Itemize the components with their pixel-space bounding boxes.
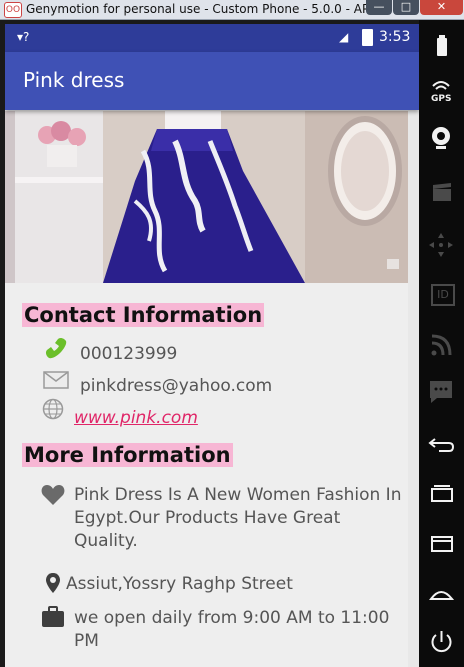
- location-pin-icon: [45, 572, 61, 598]
- page-title: Pink dress: [23, 68, 125, 92]
- phone-screen: ▾? ◢ 3:53 Pink dress Contact Information…: [5, 24, 419, 667]
- close-button[interactable]: ✕: [420, 0, 463, 15]
- wifi-icon: ▾?: [17, 30, 30, 44]
- sms-widget-icon[interactable]: [419, 372, 464, 412]
- clapper-widget-icon[interactable]: [419, 175, 464, 215]
- description-text: Pink Dress Is A New Women Fashion In Egy…: [74, 485, 402, 551]
- hours-text: we open daily from 9:00 AM to 11:00 PM: [74, 608, 390, 651]
- minimize-button[interactable]: —: [366, 0, 392, 15]
- battery-icon: [362, 29, 373, 46]
- dpad-widget-icon[interactable]: [419, 225, 464, 265]
- signal-icon: ◢: [339, 30, 349, 44]
- email-icon: [43, 371, 69, 393]
- phone-number[interactable]: 000123999: [80, 344, 177, 364]
- gps-widget-icon[interactable]: GPS: [419, 72, 464, 112]
- window-titlebar: OO Genymotion for personal use - Custom …: [0, 0, 464, 20]
- more-heading: More Information: [22, 443, 233, 467]
- app-bar: Pink dress: [5, 52, 419, 110]
- contact-heading: Contact Information: [22, 303, 265, 327]
- genymotion-app-icon: OO: [4, 2, 22, 18]
- rss-widget-icon[interactable]: [419, 325, 464, 365]
- scrollbar[interactable]: [408, 111, 419, 667]
- globe-icon: [42, 398, 64, 424]
- power-icon[interactable]: [419, 622, 464, 662]
- heart-icon: [41, 484, 65, 510]
- battery-widget-icon[interactable]: [419, 28, 464, 68]
- briefcase-icon: [41, 606, 65, 632]
- window-title: Genymotion for personal use - Custom Pho…: [26, 2, 408, 16]
- website-link[interactable]: www.pink.com: [74, 408, 198, 428]
- status-time: 3:53: [379, 29, 411, 45]
- back-icon[interactable]: [419, 425, 464, 465]
- recent-apps-icon[interactable]: [419, 475, 464, 515]
- address-text: Assiut,Yossry Raghp Street: [66, 574, 293, 594]
- webcam-widget-icon[interactable]: [419, 118, 464, 158]
- menu-icon[interactable]: [419, 525, 464, 565]
- maximize-button[interactable]: □: [393, 0, 419, 15]
- email-address[interactable]: pinkdress@yahoo.com: [80, 376, 272, 396]
- status-bar: ▾? ◢ 3:53: [5, 24, 419, 52]
- id-widget-icon[interactable]: ID: [419, 275, 464, 315]
- home-icon[interactable]: [419, 575, 464, 615]
- phone-icon: [44, 336, 70, 364]
- emulator-sidebar: GPS ID: [419, 20, 464, 667]
- dress-photo: [5, 111, 408, 283]
